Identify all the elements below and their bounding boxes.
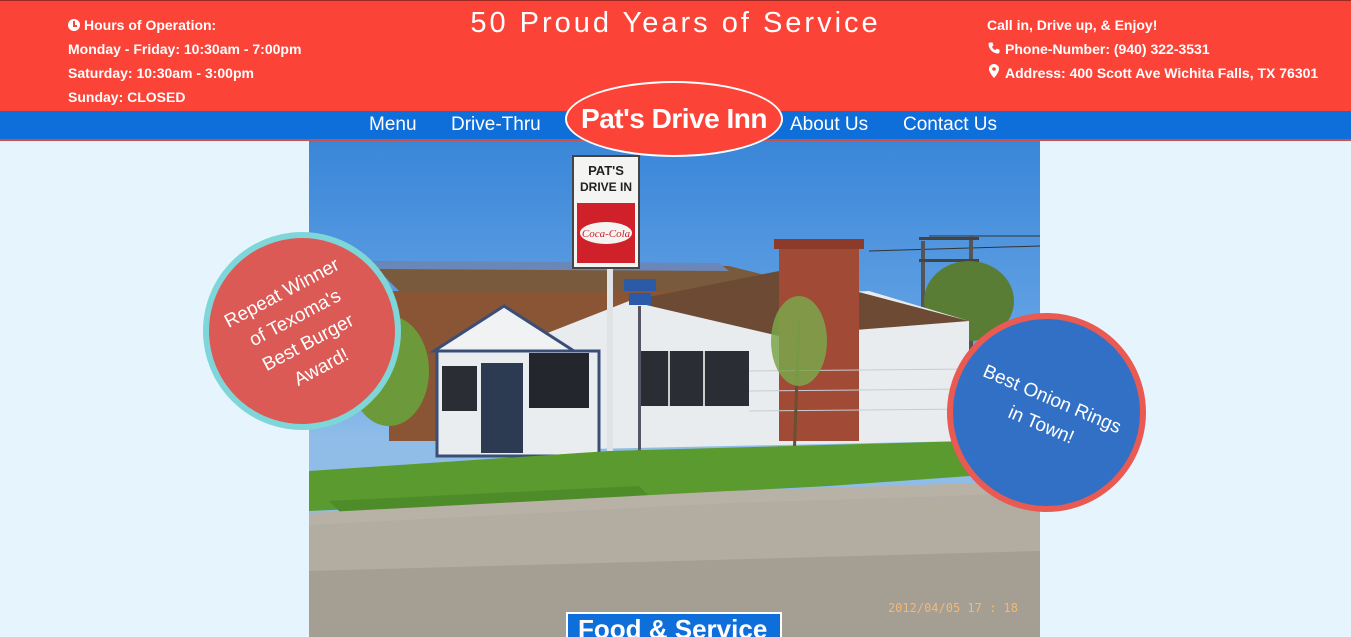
hours-weekday: Monday - Friday: 10:30am - 7:00pm — [68, 41, 302, 57]
onion-rings-text: Best Onion Rings in Town! — [980, 360, 1125, 449]
food-service-tab[interactable]: Food & Service — [566, 612, 782, 637]
nav-drive-thru[interactable]: Drive-Thru — [451, 114, 541, 136]
contact-block: Call in, Drive up, & Enjoy! Phone-Number… — [987, 13, 1318, 85]
contact-intro: Call in, Drive up, & Enjoy! — [987, 17, 1158, 33]
phone-icon — [987, 37, 1001, 61]
contact-phone[interactable]: Phone-Number: (940) 322-3531 — [1005, 41, 1210, 57]
drive-inn-photo: PAT'S DRIVE IN Coca-Cola — [309, 155, 1040, 637]
photo-timestamp: 2012/04/05 17 : 18 — [887, 601, 1018, 615]
nav-contact-us[interactable]: Contact Us — [903, 114, 997, 136]
burger-award-text: Repeat Winner of Texoma's Best Burger Aw… — [221, 254, 358, 391]
map-marker-icon — [987, 61, 1001, 85]
hero-photo: PAT'S DRIVE IN Coca-Cola 2012/04/05 17 :… — [309, 141, 1040, 637]
hours-sunday: Sunday: CLOSED — [68, 89, 186, 105]
svg-text:DRIVE IN: DRIVE IN — [580, 180, 632, 194]
svg-text:Coca-Cola: Coca-Cola — [582, 228, 631, 240]
svg-text:PAT'S: PAT'S — [588, 163, 624, 178]
hours-saturday: Saturday: 10:30am - 3:00pm — [68, 65, 254, 81]
contact-address[interactable]: Address: 400 Scott Ave Wichita Falls, TX… — [1005, 65, 1318, 81]
nav-menu[interactable]: Menu — [369, 114, 417, 136]
brand-logo[interactable]: Pat's Drive Inn — [565, 81, 783, 157]
nav-about-us[interactable]: About Us — [790, 114, 868, 136]
